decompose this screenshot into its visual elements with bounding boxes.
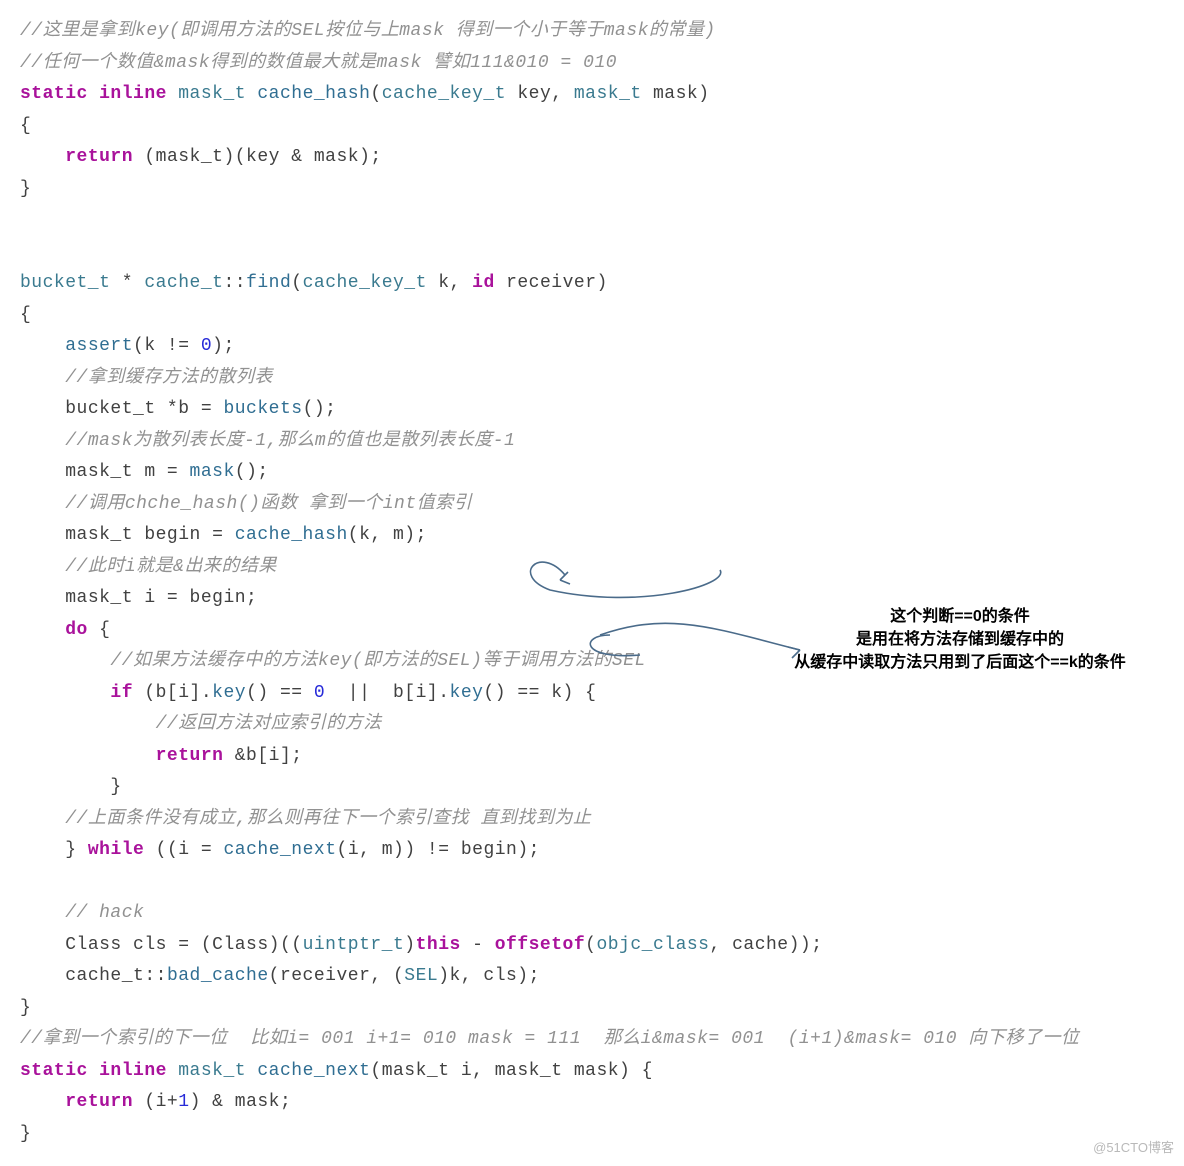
keyword: if bbox=[110, 683, 133, 703]
code: ((i = bbox=[144, 840, 223, 860]
brace: } bbox=[110, 777, 121, 797]
keyword: id bbox=[472, 273, 495, 293]
type: cache_t bbox=[144, 273, 223, 293]
keyword: do bbox=[65, 620, 88, 640]
brace: } bbox=[20, 998, 31, 1018]
code: - bbox=[461, 935, 495, 955]
number: 1 bbox=[178, 1092, 189, 1112]
id: receiver bbox=[506, 273, 596, 293]
code: Class cls = (Class)(( bbox=[65, 935, 302, 955]
brace: { bbox=[20, 305, 31, 325]
brace: { bbox=[99, 620, 110, 640]
code: mask_t m = bbox=[65, 462, 189, 482]
type: objc_class bbox=[596, 935, 709, 955]
comment: //调用chche_hash()函数 拿到一个int值索引 bbox=[65, 494, 472, 514]
code: ) bbox=[404, 935, 415, 955]
code: (mask_t)(key & mask); bbox=[144, 147, 381, 167]
annotation-text: 这个判断==0的条件 是用在将方法存储到缓存中的 从缓存中读取方法只用到了后面这… bbox=[750, 605, 1170, 675]
keyword: return bbox=[156, 746, 224, 766]
func: cache_hash bbox=[257, 84, 370, 104]
code: (i+ bbox=[133, 1092, 178, 1112]
func: assert bbox=[65, 336, 133, 356]
brace: } bbox=[20, 179, 31, 199]
op: * bbox=[110, 273, 144, 293]
code: (receiver, ( bbox=[269, 966, 405, 986]
code: mask_t i = begin; bbox=[65, 588, 257, 608]
number: 0 bbox=[314, 683, 325, 703]
type: SEL bbox=[404, 966, 438, 986]
code: () == bbox=[246, 683, 314, 703]
type: mask_t bbox=[574, 84, 642, 104]
code: cache_t:: bbox=[65, 966, 167, 986]
brace: { bbox=[20, 116, 31, 136]
keyword: inline bbox=[99, 1061, 167, 1081]
keyword: inline bbox=[99, 84, 167, 104]
func: cache_next bbox=[223, 840, 336, 860]
comment: // hack bbox=[65, 903, 144, 923]
code: (k != bbox=[133, 336, 201, 356]
code: ( bbox=[585, 935, 596, 955]
number: 0 bbox=[201, 336, 212, 356]
func: mask bbox=[190, 462, 235, 482]
code: (); bbox=[303, 399, 337, 419]
brace: } bbox=[20, 1124, 31, 1144]
func: cache_next bbox=[257, 1061, 370, 1081]
keyword: this bbox=[416, 935, 461, 955]
func: offsetof bbox=[495, 935, 585, 955]
comment: //返回方法对应索引的方法 bbox=[156, 714, 382, 734]
comment: //上面条件没有成立,那么则再往下一个索引查找 直到找到为止 bbox=[65, 809, 591, 829]
code: () == k) { bbox=[483, 683, 596, 703]
code: ) & mask; bbox=[190, 1092, 292, 1112]
func: buckets bbox=[223, 399, 302, 419]
code: (i, m)) != begin); bbox=[337, 840, 540, 860]
code: mask_t begin = bbox=[65, 525, 235, 545]
func: key bbox=[212, 683, 246, 703]
keyword: return bbox=[65, 147, 133, 167]
annotation-line: 是用在将方法存储到缓存中的 bbox=[750, 628, 1170, 651]
code: &b[i]; bbox=[223, 746, 302, 766]
code: (mask_t i, mask_t mask) { bbox=[370, 1061, 653, 1081]
code: , cache)); bbox=[709, 935, 822, 955]
annotation-line: 这个判断==0的条件 bbox=[750, 605, 1170, 628]
func: cache_hash bbox=[235, 525, 348, 545]
type: cache_key_t bbox=[303, 273, 427, 293]
code: bucket_t *b = bbox=[65, 399, 223, 419]
func: key bbox=[450, 683, 484, 703]
comment: //拿到缓存方法的散列表 bbox=[65, 368, 273, 388]
func: find bbox=[246, 273, 291, 293]
comment: //拿到一个索引的下一位 比如i= 001 i+1= 010 mask = 11… bbox=[20, 1029, 1079, 1049]
code: ); bbox=[212, 336, 235, 356]
comment: //mask为散列表长度-1,那么m的值也是散列表长度-1 bbox=[65, 431, 515, 451]
comment: //此时i就是&出来的结果 bbox=[65, 557, 277, 577]
code-block: //这里是拿到key(即调用方法的SEL按位与上mask 得到一个小于等于mas… bbox=[20, 16, 1164, 1150]
brace: } bbox=[65, 840, 76, 860]
id: k bbox=[438, 273, 449, 293]
code: (b[i]. bbox=[133, 683, 212, 703]
keyword: static bbox=[20, 1061, 88, 1081]
op: :: bbox=[223, 273, 246, 293]
type: cache_key_t bbox=[382, 84, 506, 104]
type: mask_t bbox=[178, 1061, 246, 1081]
comment: //如果方法缓存中的方法key(即方法的SEL)等于调用方法的SEL bbox=[110, 651, 645, 671]
keyword: static bbox=[20, 84, 88, 104]
keyword: while bbox=[88, 840, 145, 860]
comment: //任何一个数值&mask得到的数值最大就是mask 譬如111&010 = 0… bbox=[20, 53, 617, 73]
code: )k, cls); bbox=[438, 966, 540, 986]
code: (k, m); bbox=[348, 525, 427, 545]
watermark: @51CTO博客 bbox=[1093, 1137, 1174, 1160]
id: key bbox=[517, 84, 551, 104]
comment: //这里是拿到key(即调用方法的SEL按位与上mask 得到一个小于等于mas… bbox=[20, 21, 716, 41]
type: bucket_t bbox=[20, 273, 110, 293]
keyword: return bbox=[65, 1092, 133, 1112]
code: (); bbox=[235, 462, 269, 482]
func: bad_cache bbox=[167, 966, 269, 986]
type: mask_t bbox=[178, 84, 246, 104]
type: uintptr_t bbox=[303, 935, 405, 955]
code: || b[i]. bbox=[325, 683, 449, 703]
annotation-line: 从缓存中读取方法只用到了后面这个==k的条件 bbox=[750, 651, 1170, 674]
id: mask bbox=[653, 84, 698, 104]
